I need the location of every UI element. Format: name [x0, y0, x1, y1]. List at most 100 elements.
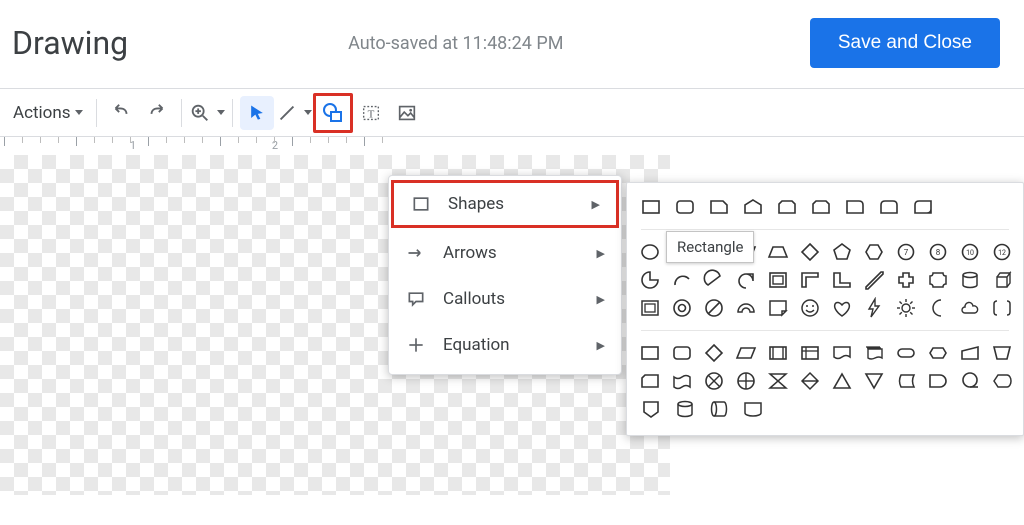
shape-dodecagon[interactable]: 12: [991, 240, 1013, 264]
save-and-close-button[interactable]: Save and Close: [810, 18, 1000, 68]
menu-item-label: Callouts: [443, 289, 505, 309]
shape-flowchart-manual-op[interactable]: [991, 341, 1013, 365]
shape-pie[interactable]: [639, 268, 661, 292]
shape-flowchart-data[interactable]: [735, 341, 757, 365]
shape-flowchart-decision[interactable]: [703, 341, 725, 365]
shape-block-arc[interactable]: [735, 296, 757, 320]
menu-item-shapes[interactable]: Shapes ▶: [394, 183, 616, 225]
shape-pentagon[interactable]: [831, 240, 853, 264]
shape-flowchart-sort[interactable]: [799, 369, 821, 393]
shape-cross[interactable]: [895, 268, 917, 292]
shape-flowchart-direct-access[interactable]: [707, 397, 731, 421]
shape-arc[interactable]: [671, 268, 693, 292]
shape-teardrop[interactable]: [735, 268, 757, 292]
svg-text:7: 7: [904, 248, 909, 257]
select-tool[interactable]: [240, 96, 274, 130]
shape-flowchart-delay[interactable]: [927, 369, 949, 393]
shape-pentagon-home[interactable]: [741, 195, 765, 219]
shape-cloud[interactable]: [959, 296, 981, 320]
shape-hexagon[interactable]: [863, 240, 885, 264]
shape-icon: [321, 101, 345, 125]
zoom-icon: [189, 102, 211, 124]
shape-frame[interactable]: [767, 268, 789, 292]
shape-round-two[interactable]: [877, 195, 901, 219]
shape-flowchart-punched[interactable]: [671, 369, 693, 393]
shape-bevel[interactable]: [639, 296, 661, 320]
shape-flowchart-connector[interactable]: [741, 397, 765, 421]
menu-item-label: Shapes: [448, 194, 504, 214]
shape-lightning[interactable]: [863, 296, 885, 320]
shape-flowchart-magnetic-disk[interactable]: [673, 397, 697, 421]
shape-flowchart-stored[interactable]: [895, 369, 917, 393]
shape-flowchart-card[interactable]: [639, 369, 661, 393]
shape-diagonal-stripe[interactable]: [863, 268, 885, 292]
svg-text:8: 8: [936, 248, 941, 257]
palette-row: [627, 339, 1023, 367]
menu-item-callouts[interactable]: Callouts ▶: [389, 276, 621, 322]
shape-flowchart-merge[interactable]: [863, 369, 885, 393]
shape-oval[interactable]: [639, 240, 661, 264]
annotation-highlight-shape-tool: [313, 93, 353, 133]
svg-text:T: T: [367, 108, 374, 120]
textbox-tool[interactable]: T: [354, 96, 388, 130]
shape-chord[interactable]: [703, 268, 725, 292]
shape-round-rectangle[interactable]: [673, 195, 697, 219]
shape-snip-corner[interactable]: [707, 195, 731, 219]
shape-donut[interactable]: [671, 296, 693, 320]
shape-cube[interactable]: [991, 268, 1013, 292]
svg-text:12: 12: [998, 249, 1006, 257]
shape-flowchart-manual-input[interactable]: [959, 341, 981, 365]
shape-moon[interactable]: [927, 296, 949, 320]
shape-flowchart-document[interactable]: [831, 341, 853, 365]
ruler: 1 2: [0, 137, 1024, 155]
shape-flowchart-predefined[interactable]: [767, 341, 789, 365]
shape-flowchart-multidoc[interactable]: [863, 341, 885, 365]
shape-half-frame[interactable]: [799, 268, 821, 292]
shape-flowchart-extract[interactable]: [831, 369, 853, 393]
shape-sun[interactable]: [895, 296, 917, 320]
shape-flowchart-seq-access[interactable]: [959, 369, 981, 393]
shape-flowchart-terminator[interactable]: [895, 341, 917, 365]
shape-snip-two[interactable]: [775, 195, 799, 219]
shape-can[interactable]: [959, 268, 981, 292]
shape-diamond[interactable]: [799, 240, 821, 264]
shape-octagon[interactable]: 8: [927, 240, 949, 264]
shape-snip-same[interactable]: [809, 195, 833, 219]
shape-plaque[interactable]: [927, 268, 949, 292]
shape-flowchart-alternate[interactable]: [671, 341, 693, 365]
image-tool[interactable]: [390, 96, 424, 130]
zoom-button[interactable]: [189, 96, 225, 130]
shape-folded-corner[interactable]: [767, 296, 789, 320]
toolbar: Actions T: [0, 89, 1024, 137]
shape-flowchart-summing[interactable]: [703, 369, 725, 393]
shape-tool[interactable]: [316, 96, 350, 130]
toolbar-separator: [232, 99, 233, 127]
undo-button[interactable]: [104, 96, 138, 130]
actions-menu[interactable]: Actions: [7, 96, 89, 130]
shape-trapezoid[interactable]: [767, 240, 789, 264]
shape-no-symbol[interactable]: [703, 296, 725, 320]
shape-double-bracket[interactable]: [991, 296, 1013, 320]
shape-flowchart-internal[interactable]: [799, 341, 821, 365]
shape-heart[interactable]: [831, 296, 853, 320]
shape-round-diag[interactable]: [911, 195, 935, 219]
shape-decagon[interactable]: 10: [959, 240, 981, 264]
shape-flowchart-preparation[interactable]: [927, 341, 949, 365]
shape-flowchart-collate[interactable]: [767, 369, 789, 393]
shape-round-one[interactable]: [843, 195, 867, 219]
shape-flowchart-display[interactable]: [991, 369, 1013, 393]
shape-l-shape[interactable]: [831, 268, 853, 292]
shape-heptagon[interactable]: 7: [895, 240, 917, 264]
shape-flowchart-or[interactable]: [735, 369, 757, 393]
menu-item-equation[interactable]: Equation ▶: [389, 322, 621, 368]
menu-item-arrows[interactable]: Arrows ▶: [389, 230, 621, 276]
shape-rectangle[interactable]: [639, 195, 663, 219]
line-tool[interactable]: [276, 96, 312, 130]
actions-label: Actions: [13, 103, 71, 123]
autosave-status: Auto-saved at 11:48:24 PM: [348, 33, 563, 54]
svg-text:10: 10: [966, 249, 974, 257]
redo-button[interactable]: [140, 96, 174, 130]
shape-smiley[interactable]: [799, 296, 821, 320]
shape-flowchart-process[interactable]: [639, 341, 661, 365]
shape-flowchart-offpage[interactable]: [639, 397, 663, 421]
